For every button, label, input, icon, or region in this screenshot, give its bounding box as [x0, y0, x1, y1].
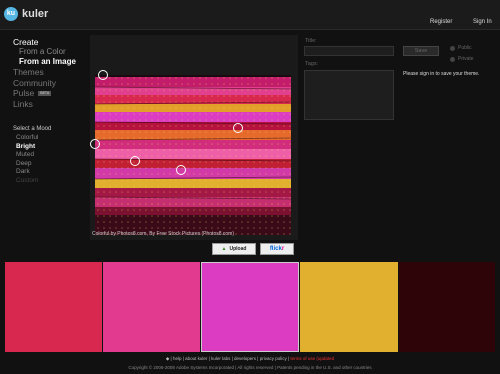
nav-links[interactable]: Links: [13, 99, 33, 109]
mood-colorful[interactable]: Colorful: [16, 134, 38, 141]
footer-help[interactable]: help: [173, 356, 182, 361]
footer-about[interactable]: about kuler: [185, 356, 207, 361]
footer-privacy[interactable]: privacy policy: [260, 356, 287, 361]
private-radio[interactable]: [450, 57, 455, 62]
nav-pulse-label: Pulse: [13, 88, 35, 98]
mood-deep[interactable]: Deep: [16, 160, 32, 167]
kuler-logo-icon[interactable]: ku: [4, 7, 18, 21]
mood-custom[interactable]: Custom: [16, 177, 38, 184]
sign-in-message: Please sign in to save your theme.: [403, 71, 480, 77]
tags-input[interactable]: [304, 70, 394, 120]
footer-links: ◆ | help | about kuler | kuler labs | de…: [165, 356, 335, 361]
top-bar: ku kuler Register Sign In: [0, 0, 500, 30]
image-panel: [90, 35, 298, 240]
mood-dark[interactable]: Dark: [16, 168, 30, 175]
flickr-label-r: r: [281, 246, 285, 252]
footer-terms[interactable]: terms of use (updated: [290, 356, 334, 361]
register-link[interactable]: Register: [430, 19, 452, 25]
sign-in-link[interactable]: Sign In: [473, 19, 492, 25]
app-title[interactable]: kuler: [22, 8, 48, 20]
source-photo[interactable]: [95, 75, 291, 235]
flickr-button[interactable]: flickr: [260, 243, 294, 255]
nav-from-an-image[interactable]: From an Image: [19, 57, 76, 66]
color-picker-5[interactable]: [176, 165, 186, 175]
title-input[interactable]: [304, 46, 394, 56]
color-picker-3[interactable]: [90, 139, 100, 149]
flickr-label: flick: [269, 246, 282, 252]
mood-heading: Select a Mood: [13, 126, 52, 132]
mood-bright[interactable]: Bright: [16, 143, 35, 150]
photo-caption: Colorful by Photos8.com, By Free Stock P…: [92, 231, 234, 237]
swatch-1[interactable]: [5, 262, 102, 352]
color-picker-1[interactable]: [98, 70, 108, 80]
beta-badge: BETA: [38, 91, 52, 97]
swatch-4[interactable]: [300, 262, 398, 352]
nav-create[interactable]: Create: [13, 37, 39, 47]
nav-community[interactable]: Community: [13, 78, 56, 88]
private-label: Private: [458, 56, 474, 62]
color-picker-2[interactable]: [233, 123, 243, 133]
public-label: Public: [458, 45, 472, 51]
swatch-3[interactable]: [201, 262, 299, 352]
fabric-photo-image: [95, 75, 291, 235]
title-label: Title:: [305, 38, 317, 44]
tags-label: Tags:: [305, 61, 319, 67]
nav-themes[interactable]: Themes: [13, 67, 44, 77]
swatch-5[interactable]: [399, 262, 495, 352]
footer-developers[interactable]: developers: [234, 356, 256, 361]
mood-muted[interactable]: Muted: [16, 151, 34, 158]
upload-button[interactable]: ▲ Upload: [212, 243, 256, 255]
save-button[interactable]: Save: [403, 46, 439, 56]
copyright-text: Copyright © 2006-2008 Adobe Systems Inco…: [128, 365, 372, 370]
color-picker-4[interactable]: [130, 156, 140, 166]
public-radio[interactable]: [450, 46, 455, 51]
adobe-logo-icon: ◆: [165, 356, 170, 361]
nav-from-a-color[interactable]: From a Color: [19, 47, 66, 56]
swatch-2[interactable]: [103, 262, 200, 352]
nav-pulse[interactable]: Pulse BETA: [13, 88, 52, 98]
upload-arrow-icon: ▲: [221, 246, 227, 252]
upload-label: Upload: [229, 246, 247, 252]
footer-labs[interactable]: kuler labs: [211, 356, 230, 361]
